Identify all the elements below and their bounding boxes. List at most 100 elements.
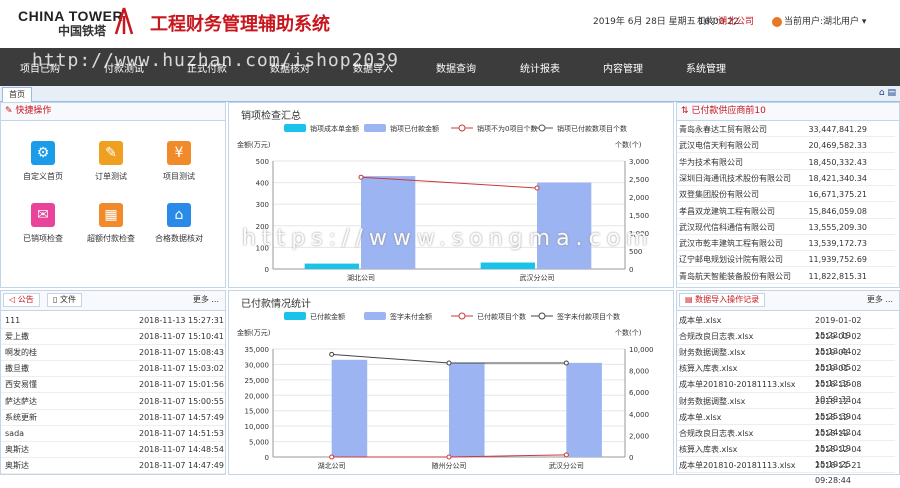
legend-label: 签字未付金额 [390, 312, 432, 321]
notice-row[interactable]: 撒旦撒 2018-11-07 15:03:02 [1, 361, 225, 378]
notice-row[interactable]: 奥斯达 2018-11-07 14:48:54 [1, 442, 225, 458]
x-tick-label: 武汉分公司 [549, 461, 584, 470]
quick-link-6[interactable]: ⌂ 合格数据核对 [149, 203, 209, 244]
y-tick-label: 400 [256, 180, 269, 188]
y-axis-label: 金额(万元) [237, 140, 271, 149]
notice-date: 2018-11-07 15:10:41 [139, 332, 224, 342]
ranking-row: 华为技术有限公司 18,450,332.43 [677, 155, 895, 170]
nav-item-reports[interactable]: 统计报表 [520, 60, 560, 75]
bar [566, 362, 602, 457]
supplier-amount: 20,469,582.33 [808, 141, 867, 151]
y-tick-label: 20,000 [245, 392, 270, 400]
nav-item-content[interactable]: 内容管理 [603, 60, 643, 75]
ranking-panel: ⇅ 已付款供应商前10 青岛永春达工贸有限公司 33,447,841.29 武汉电信… [676, 102, 900, 288]
bar [331, 359, 368, 457]
ranking-row: 武汉市乾丰建筑工程有限公司 13,539,172.73 [677, 236, 895, 252]
tab-files[interactable]: ▯ 文件 [47, 293, 82, 307]
ranking-row: 辽宁邮电规划设计院有限公司 11,939,752.69 [677, 252, 895, 268]
notice-row[interactable]: 啊发的桂 2018-11-07 15:08:43 [1, 345, 225, 362]
supplier-name: 青岛永春达工贸有限公司 [679, 125, 767, 134]
notice-title: 系统更新 [5, 412, 37, 422]
notice-more-link[interactable]: 更多 ... [193, 294, 219, 305]
supplier-name: 武汉电信天利有限公司 [679, 141, 759, 151]
supplier-name: 双登集团股份有限公司 [679, 190, 759, 200]
quick-panel: ✎ 快捷操作 ⚙ 自定义首页 ✎ 订单测试 ¥ 项目测试 ✉ 已销项检查 ▦ 超额付款检查 ⌂ 合格数… [0, 102, 226, 288]
import-icon: ▤ [685, 295, 696, 304]
quick-link-1[interactable]: ⚙ 自定义首页 [13, 141, 73, 182]
y2-tick-label: 1,500 [629, 212, 649, 220]
quick-link-4[interactable]: ✉ 已销项检查 [13, 203, 73, 244]
legend-label: 已付款金额 [310, 312, 345, 321]
import-row: 成本单.xlsx 2019-01-02 15:22:19 [677, 313, 895, 340]
quick-link-icon: ✎ [99, 141, 123, 165]
quick-link-label: 合格数据核对 [155, 234, 203, 243]
line-point [563, 452, 569, 458]
home-icon[interactable]: ⌂ [879, 88, 885, 98]
user-icon [772, 16, 782, 27]
quick-link-icon: ▦ [99, 203, 123, 227]
supplier-amount: 18,450,332.43 [808, 157, 867, 167]
notice-date: 2018-11-07 15:08:43 [139, 348, 224, 358]
import-file: 成本单.xlsx [679, 412, 722, 422]
y2-tick-label: 0 [629, 266, 633, 274]
ranking-row: 武汉电信天利有限公司 20,469,582.33 [677, 138, 895, 154]
quick-link-2[interactable]: ✎ 订单测试 [81, 141, 141, 182]
notice-title: 萨达萨达 [5, 396, 37, 406]
supplier-amount: 33,447,841.29 [808, 125, 867, 134]
watermark-top: http://www.huzhan.com/ishop2039 [32, 50, 399, 71]
file-icon: ▯ [53, 295, 60, 304]
notice-row[interactable]: 爱上撒 2018-11-07 15:10:41 [1, 329, 225, 346]
notice-row[interactable]: 萨达萨达 2018-11-07 15:00:55 [1, 394, 225, 410]
tab-import-log[interactable]: ▤ 数据导入操作记录 [679, 293, 766, 307]
quick-link-label: 自定义首页 [23, 172, 63, 181]
ranking-row: 双登集团股份有限公司 16,671,375.21 [677, 187, 895, 203]
legend-label: 销项成本单金额 [310, 124, 359, 133]
import-row: 财务数据调整.xlsx 2019-01-02 15:13:05 [677, 345, 895, 372]
print-icon[interactable]: ▤ [887, 88, 896, 98]
y-tick-label: 15,000 [245, 408, 270, 416]
x-tick-label: 武汉分公司 [520, 273, 555, 282]
supplier-name: 武汉现代信科通信有限公司 [679, 222, 775, 232]
nav-item-system[interactable]: 系统管理 [686, 60, 726, 75]
y-tick-label: 10,000 [245, 423, 270, 431]
notice-tabbar: ◁ 公告 ▯ 文件 更多 ... [1, 291, 225, 311]
tab-notice-label: 公告 [17, 295, 34, 304]
notice-date: 2018-11-07 14:57:49 [139, 412, 224, 422]
y2-tick-label: 2,000 [629, 432, 649, 440]
header-org: 机构:湖北公司 [697, 14, 754, 27]
notice-date: 2018-11-07 15:03:02 [139, 364, 224, 374]
import-file: 合规改良日志表.xlsx [679, 332, 754, 342]
y2-tick-label: 0 [629, 454, 633, 462]
line-point [358, 174, 364, 180]
quick-link-icon: ✉ [31, 203, 55, 227]
line-point [446, 360, 452, 366]
y-tick-label: 300 [256, 201, 269, 209]
notice-row[interactable]: 系统更新 2018-11-07 14:57:49 [1, 410, 225, 426]
chart1-title: 销项检查汇总 [241, 111, 301, 122]
supplier-amount: 13,539,172.73 [808, 239, 867, 249]
import-more-link[interactable]: 更多 ... [867, 294, 893, 305]
tab-tools: ⌂ ▤ [879, 88, 896, 98]
header-user[interactable]: 当前用户:湖北用户 ▾ [772, 14, 866, 27]
tab-home[interactable]: 首页 [2, 87, 32, 102]
notice-title: 西安易懂 [5, 380, 37, 390]
legend-swatch [284, 124, 306, 132]
legend-label: 销项已付款金额 [390, 124, 439, 133]
quick-link-5[interactable]: ▦ 超额付款检查 [81, 203, 141, 244]
y2-tick-label: 2,000 [629, 194, 649, 202]
quick-link-3[interactable]: ¥ 项目测试 [149, 141, 209, 182]
import-tabbar: ▤ 数据导入操作记录 更多 ... [677, 291, 899, 311]
bar [480, 262, 535, 269]
notice-row[interactable]: 111 2018-11-13 15:27:31 [1, 313, 225, 329]
supplier-name: 孝昌双龙建筑工程有限公司 [679, 206, 775, 216]
quick-link-label: 已销项检查 [23, 234, 63, 243]
nav-item-query[interactable]: 数据查询 [436, 60, 476, 75]
y-tick-label: 25,000 [245, 377, 270, 385]
notice-row[interactable]: 西安易懂 2018-11-07 15:01:56 [1, 377, 225, 394]
y2-tick-label: 4,000 [629, 411, 649, 419]
quick-link-icon: ⚙ [31, 141, 55, 165]
notice-row[interactable]: sada 2018-11-07 14:51:53 [1, 426, 225, 442]
bar [449, 362, 485, 457]
tab-notice[interactable]: ◁ 公告 [3, 293, 40, 307]
notice-row[interactable]: 奥斯达 2018-11-07 14:47:49 [1, 458, 225, 474]
